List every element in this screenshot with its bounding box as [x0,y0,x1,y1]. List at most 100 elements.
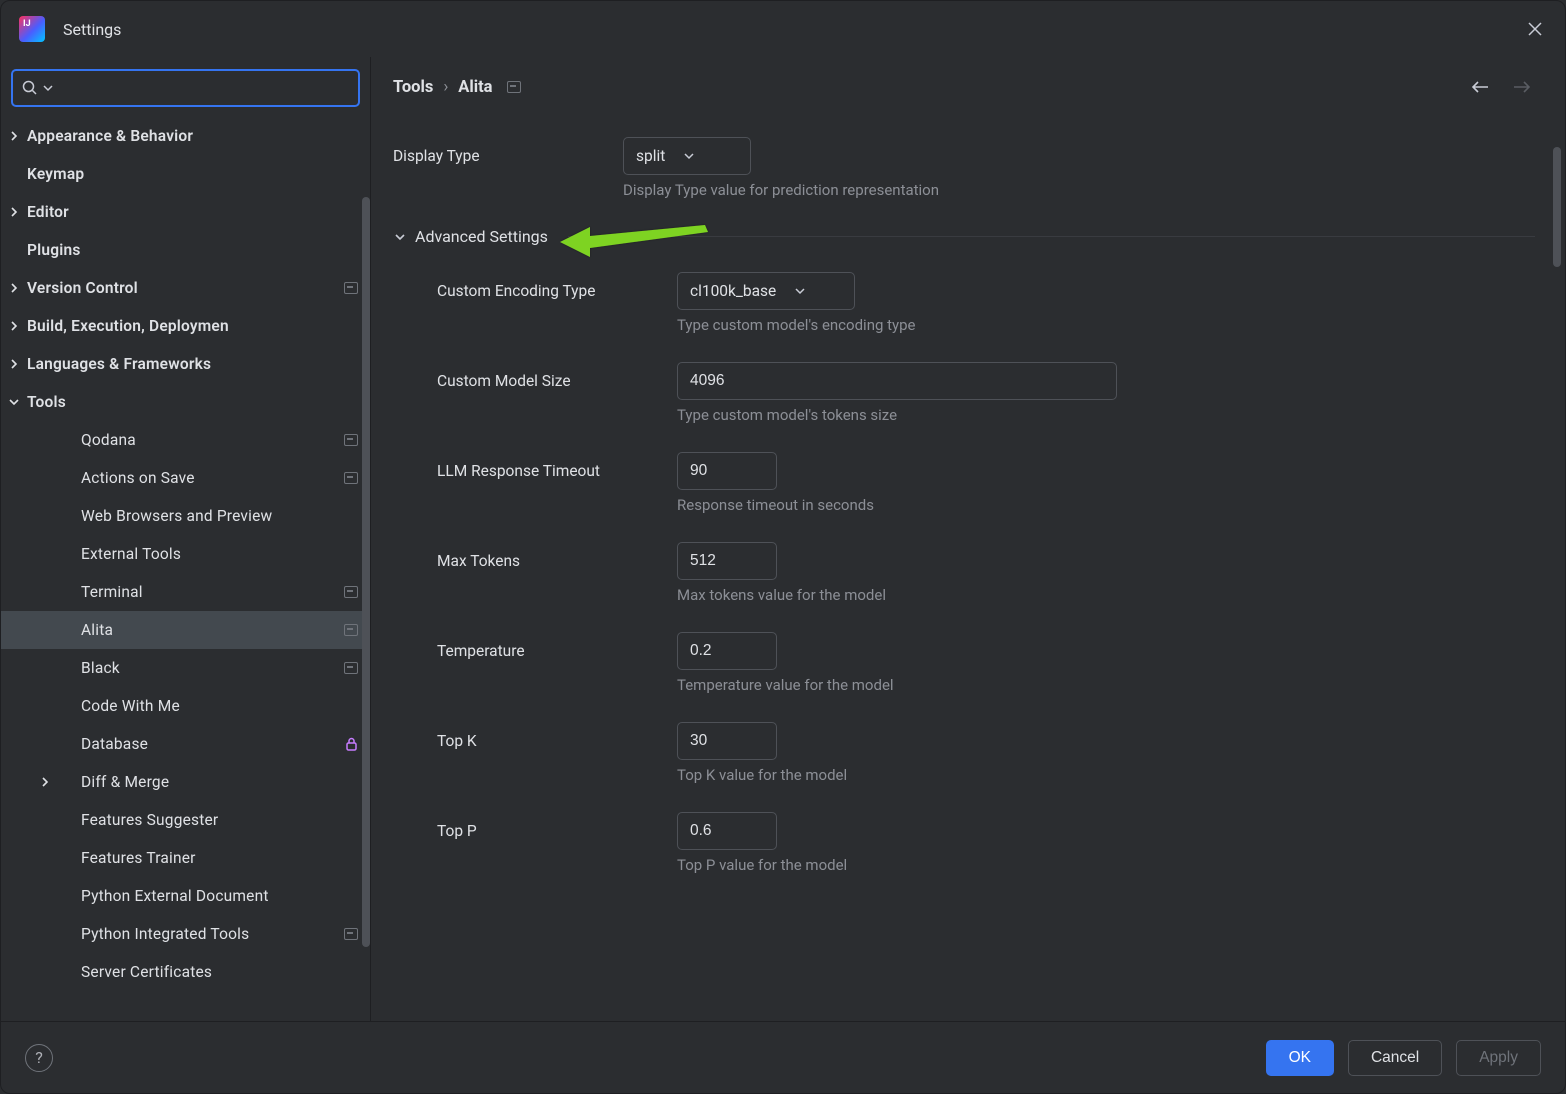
content-scrollbar[interactable] [1553,147,1561,267]
sidebar-item-web-browsers-and-preview[interactable]: Web Browsers and Preview [1,497,370,535]
top-k-label: Top K [437,732,677,750]
max-tokens-input[interactable] [677,542,777,580]
nav-back-button[interactable] [1467,74,1493,100]
top-p-label: Top P [437,822,677,840]
temperature-input[interactable] [677,632,777,670]
sidebar-item-label: Database [81,735,337,753]
display-type-value: split [636,147,665,165]
cancel-button[interactable]: Cancel [1348,1040,1442,1076]
chevron-down-icon [794,285,806,297]
sidebar-item-label: Actions on Save [81,469,358,487]
max-tokens-label: Max Tokens [437,552,677,570]
breadcrumb-current: Alita [458,78,492,97]
sidebar-item-qodana[interactable]: Qodana [1,421,370,459]
display-type-label: Display Type [393,147,623,165]
window-title: Settings [63,20,121,39]
timeout-label: LLM Response Timeout [437,462,677,480]
project-scope-icon [344,472,358,484]
breadcrumb-root: Tools [393,78,433,97]
sidebar-item-appearance-behavior[interactable]: Appearance & Behavior [1,117,370,155]
apply-button: Apply [1456,1040,1541,1076]
chevron-right-icon [8,282,20,294]
display-type-select[interactable]: split [623,137,751,175]
sidebar-item-python-external-documentation[interactable]: Python External Document [1,877,370,915]
advanced-settings-label: Advanced Settings [415,227,548,246]
max-tokens-help: Max tokens value for the model [677,586,1535,604]
sidebar-item-label: Editor [27,203,358,221]
project-scope-icon [344,624,358,636]
sidebar-item-tools[interactable]: Tools [1,383,370,421]
sidebar-item-diff-merge[interactable]: Diff & Merge [1,763,370,801]
top-k-input[interactable] [677,722,777,760]
chevron-right-icon [8,320,20,332]
sidebar-item-build-execution-deployment[interactable]: Build, Execution, Deploymen [1,307,370,345]
chevron-down-icon [683,150,695,162]
encoding-value: cl100k_base [690,282,776,300]
search-input[interactable] [57,80,350,97]
arrow-left-icon [1471,80,1489,94]
sidebar-item-label: Python Integrated Tools [81,925,358,943]
display-type-help: Display Type value for prediction repres… [623,181,1535,199]
encoding-select[interactable]: cl100k_base [677,272,855,310]
ok-button[interactable]: OK [1266,1040,1334,1076]
encoding-label: Custom Encoding Type [437,282,677,300]
arrow-right-icon [1513,80,1531,94]
chevron-right-icon [39,776,51,788]
search-input-container[interactable] [11,69,360,107]
sidebar-item-label: Black [81,659,358,677]
timeout-input[interactable] [677,452,777,490]
sidebar-item-black[interactable]: Black [1,649,370,687]
sidebar-item-keymap[interactable]: Keymap [1,155,370,193]
titlebar: Settings [1,1,1565,57]
model-size-label: Custom Model Size [437,372,677,390]
sidebar-scrollbar[interactable] [362,197,370,947]
project-scope-icon [344,928,358,940]
settings-tree[interactable]: Appearance & Behavior Keymap Editor Plugins… [1,117,370,1021]
sidebar-item-version-control[interactable]: Version Control [1,269,370,307]
sidebar-item-label: Qodana [81,431,358,449]
sidebar-item-label: External Tools [81,545,358,563]
sidebar-item-label: Terminal [81,583,358,601]
sidebar-item-features-suggester[interactable]: Features Suggester [1,801,370,839]
model-size-input[interactable] [677,362,1117,400]
advanced-settings-header[interactable]: Advanced Settings [393,227,1535,246]
sidebar-item-features-trainer[interactable]: Features Trainer [1,839,370,877]
sidebar-item-alita[interactable]: Alita [1,611,370,649]
project-scope-icon [507,81,521,93]
sidebar-item-plugins[interactable]: Plugins [1,231,370,269]
sidebar-item-languages-frameworks[interactable]: Languages & Frameworks [1,345,370,383]
sidebar-item-label: Appearance & Behavior [27,127,358,145]
sidebar-item-terminal[interactable]: Terminal [1,573,370,611]
sidebar-item-editor[interactable]: Editor [1,193,370,231]
sidebar-item-label: Tools [27,393,358,411]
close-button[interactable] [1521,15,1549,43]
temperature-help: Temperature value for the model [677,676,1535,694]
search-icon [21,79,39,97]
sidebar-item-label: Alita [81,621,358,639]
sidebar-item-database[interactable]: Database [1,725,370,763]
sidebar-item-code-with-me[interactable]: Code With Me [1,687,370,725]
sidebar-item-label: Features Trainer [81,849,358,867]
project-scope-icon [344,586,358,598]
chevron-right-icon [8,130,20,142]
sidebar-item-label: Features Suggester [81,811,358,829]
project-scope-icon [344,282,358,294]
content-panel: Tools › Alita Display Type [371,57,1565,1021]
sidebar-item-server-certificates[interactable]: Server Certificates [1,953,370,991]
project-scope-icon [344,662,358,674]
nav-forward-button [1509,74,1535,100]
chevron-down-icon [8,396,20,408]
sidebar-item-python-integrated-tools[interactable]: Python Integrated Tools [1,915,370,953]
encoding-help: Type custom model's encoding type [677,316,1535,334]
help-button[interactable]: ? [25,1044,53,1072]
sidebar-item-label: Python External Document [81,887,358,905]
chevron-right-icon [8,206,20,218]
sidebar-item-label: Diff & Merge [81,773,358,791]
sidebar-item-external-tools[interactable]: External Tools [1,535,370,573]
settings-form: Display Type split Display Type value fo… [371,117,1565,1021]
help-icon: ? [35,1048,43,1067]
chevron-right-icon [8,358,20,370]
sidebar-item-label: Server Certificates [81,963,358,981]
top-p-input[interactable] [677,812,777,850]
sidebar-item-actions-on-save[interactable]: Actions on Save [1,459,370,497]
